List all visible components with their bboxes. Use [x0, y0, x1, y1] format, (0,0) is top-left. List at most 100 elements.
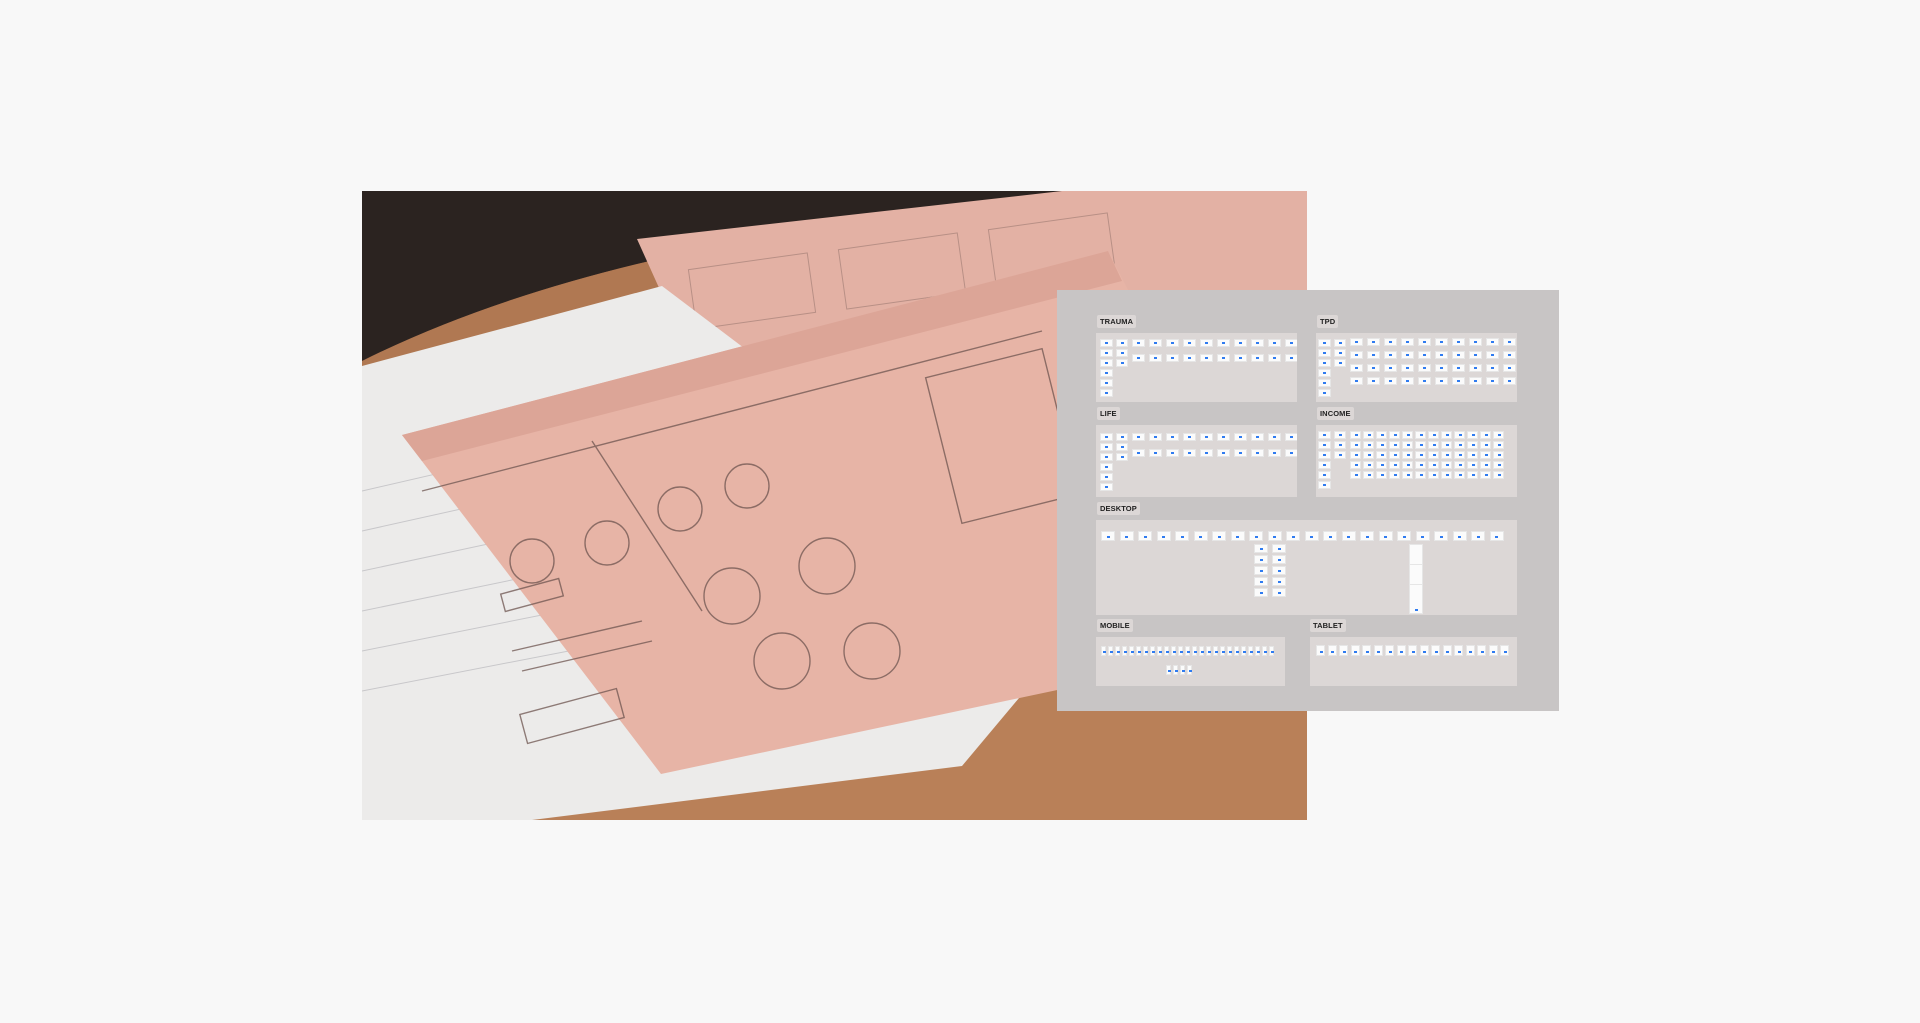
screen-thumbnail [1262, 646, 1268, 656]
screen-thumbnail [1469, 338, 1482, 346]
screen-thumbnail [1132, 354, 1145, 362]
screen-thumbnail [1363, 441, 1374, 449]
section-mobile [1096, 637, 1285, 686]
screen-thumbnail [1254, 577, 1268, 586]
screen-thumbnail [1183, 339, 1196, 347]
screen-thumbnail [1418, 338, 1431, 346]
screen-thumbnail [1318, 389, 1331, 397]
screen-thumbnail [1363, 431, 1374, 439]
screen-thumbnail [1428, 431, 1439, 439]
screen-thumbnail [1350, 364, 1363, 372]
screen-thumbnail [1418, 351, 1431, 359]
screen-thumbnail [1217, 449, 1230, 457]
screen-thumbnail [1187, 665, 1193, 675]
screen-thumbnail [1467, 461, 1478, 469]
screen-thumbnail [1285, 354, 1297, 362]
screen-thumbnail [1101, 531, 1115, 541]
section-tpd [1316, 333, 1517, 402]
screen-thumbnail [1396, 645, 1406, 656]
screen-thumbnail [1389, 441, 1400, 449]
screen-thumbnail [1116, 443, 1128, 451]
screen-thumbnail [1376, 451, 1387, 459]
screen-thumbnail [1503, 338, 1516, 346]
screen-thumbnail [1234, 354, 1247, 362]
screen-thumbnail [1200, 339, 1213, 347]
screen-thumbnail [1180, 665, 1186, 675]
screen-thumbnail [1166, 433, 1179, 441]
screen-thumbnail [1116, 359, 1128, 367]
screen-thumbnail [1316, 645, 1325, 656]
screen-thumbnail [1493, 431, 1504, 439]
screen-thumbnail [1350, 645, 1360, 656]
screen-thumbnail [1200, 354, 1213, 362]
screen-thumbnail [1350, 451, 1361, 459]
screen-thumbnail [1441, 441, 1452, 449]
screen-thumbnail [1318, 339, 1331, 347]
screen-thumbnail [1397, 531, 1411, 541]
screen-thumbnail [1341, 531, 1356, 541]
screen-thumbnail [1230, 531, 1245, 541]
screen-thumbnail [1206, 646, 1212, 656]
screen-thumbnail [1503, 351, 1516, 359]
screen-thumbnail [1452, 377, 1465, 385]
screen-thumbnail [1503, 377, 1516, 385]
screen-thumbnail [1454, 461, 1465, 469]
screen-thumbnail [1469, 364, 1482, 372]
screen-thumbnail [1116, 349, 1128, 357]
screen-thumbnail [1500, 645, 1509, 656]
screen-thumbnail [1100, 379, 1113, 387]
section-label-trauma: TRAUMA [1097, 315, 1137, 328]
screen-thumbnail [1183, 354, 1196, 362]
screen-thumbnail [1493, 461, 1504, 469]
screen-thumbnail [1350, 351, 1363, 359]
screen-thumbnail [1251, 433, 1264, 441]
screen-thumbnail [1166, 665, 1172, 675]
screen-thumbnail [1378, 531, 1393, 541]
screen-thumbnail [1465, 645, 1475, 656]
screen-thumbnail [1469, 377, 1482, 385]
screen-thumbnail [1183, 433, 1196, 441]
screen-thumbnail [1272, 555, 1286, 564]
screen-thumbnail [1267, 531, 1282, 541]
screen-thumbnail [1323, 531, 1337, 541]
screen-thumbnail [1389, 451, 1400, 459]
screen-thumbnail [1285, 339, 1297, 347]
screen-thumbnail [1373, 645, 1383, 656]
screen-thumbnail [1350, 431, 1361, 439]
screen-thumbnail [1227, 646, 1233, 656]
screen-thumbnail [1384, 351, 1397, 359]
screen-thumbnail [1220, 646, 1226, 656]
screen-thumbnail [1251, 339, 1264, 347]
screen-thumbnail [1269, 646, 1275, 656]
screen-thumbnail [1409, 584, 1423, 614]
screen-thumbnail [1100, 463, 1113, 471]
screen-thumbnail [1402, 461, 1413, 469]
screen-thumbnail [1384, 377, 1397, 385]
screen-thumbnail [1318, 369, 1331, 377]
screen-thumbnail [1441, 471, 1452, 479]
screen-thumbnail [1350, 471, 1361, 479]
screen-thumbnail [1435, 338, 1448, 346]
screen-thumbnail [1143, 646, 1149, 656]
screen-thumbnail [1334, 441, 1346, 449]
screen-thumbnail [1200, 449, 1213, 457]
screen-thumbnail [1149, 354, 1162, 362]
screen-thumbnail [1408, 645, 1417, 656]
screen-thumbnail [1385, 645, 1394, 656]
screen-thumbnail [1415, 431, 1426, 439]
screen-thumbnail [1480, 471, 1491, 479]
screen-thumbnail [1428, 471, 1439, 479]
screen-thumbnail [1389, 431, 1400, 439]
screen-thumbnail [1415, 441, 1426, 449]
screen-thumbnail [1166, 449, 1179, 457]
screen-thumbnail [1115, 646, 1121, 656]
screen-thumbnail [1469, 351, 1482, 359]
screen-thumbnail [1362, 645, 1371, 656]
section-tablet [1310, 637, 1517, 686]
screen-thumbnail [1480, 431, 1491, 439]
screen-thumbnail [1471, 531, 1485, 541]
screen-thumbnail [1493, 471, 1504, 479]
section-label-desktop: DESKTOP [1097, 502, 1140, 515]
screen-thumbnail [1480, 451, 1491, 459]
screen-thumbnail [1178, 646, 1184, 656]
